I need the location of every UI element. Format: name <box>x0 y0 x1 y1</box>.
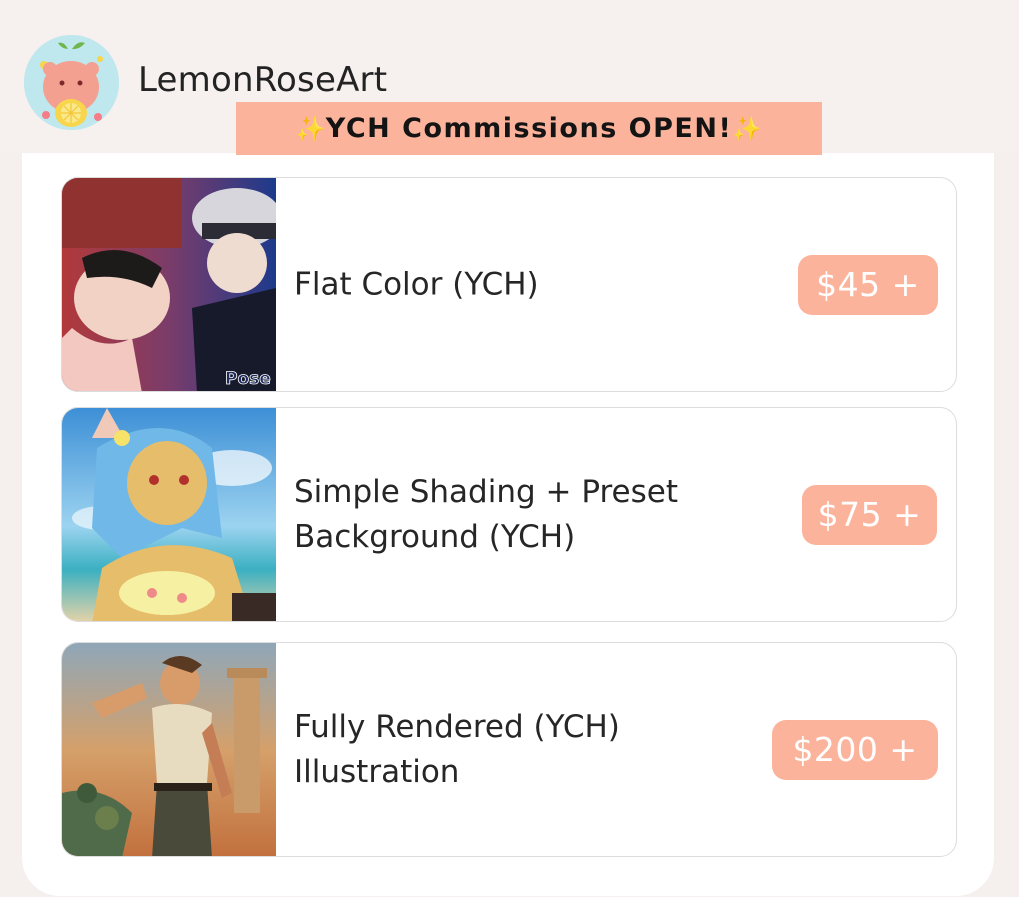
price-badge[interactable]: $45 + <box>798 254 938 315</box>
avatar[interactable] <box>24 35 119 130</box>
flat-color-artwork-thumbnail-icon: Pose <box>62 178 282 391</box>
simple-shading-artwork-thumbnail-icon <box>62 408 276 621</box>
listing-title: Fully Rendered (YCH) Illustration <box>294 708 620 790</box>
shop-name[interactable]: LemonRoseArt <box>138 60 387 100</box>
listing-title: Simple Shading + Preset Background (YCH) <box>294 473 678 555</box>
listing-title: Flat Color (YCH) <box>294 266 539 302</box>
price-badge[interactable]: $200 + <box>772 719 938 780</box>
sparkle-icon: ✨ <box>295 114 326 143</box>
thumbnail-watermark: Pose <box>225 369 271 389</box>
commissions-banner: ✨ YCH Commissions OPEN! ✨ <box>236 102 822 155</box>
listing-card-simple-shading[interactable]: Simple Shading + Preset Background (YCH)… <box>61 407 957 622</box>
fully-rendered-artwork-thumbnail-icon <box>62 643 276 856</box>
sparkle-icon: ✨ <box>732 114 763 143</box>
price-badge[interactable]: $75 + <box>802 484 937 545</box>
listing-card-fully-rendered[interactable]: Fully Rendered (YCH) Illustration $200 + <box>61 642 957 857</box>
banner-text: YCH Commissions OPEN! <box>325 113 733 144</box>
listing-card-flat-color[interactable]: Pose Flat Color (YCH) $45 + <box>61 177 957 392</box>
hamster-lemon-avatar-icon <box>24 35 119 130</box>
